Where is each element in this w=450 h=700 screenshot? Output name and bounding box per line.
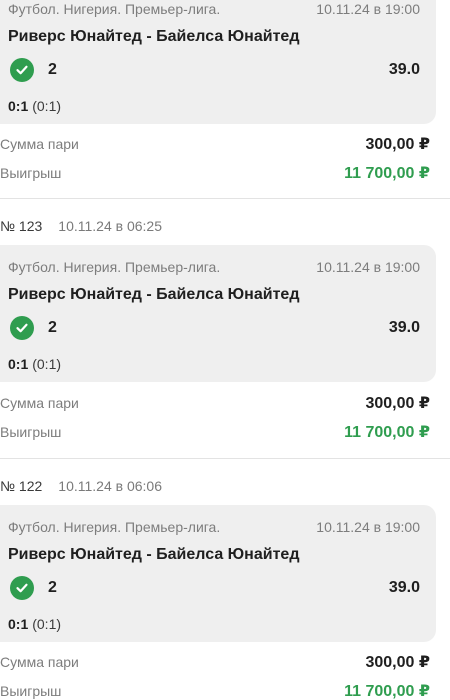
match-score: 0:1 (0:1) — [8, 356, 61, 372]
half-time-score: (0:1) — [32, 356, 62, 372]
bet-header: № 122 10.11.24 в 06:06 — [0, 475, 162, 497]
win-label: Выигрыш — [0, 683, 62, 699]
check-circle-icon — [10, 58, 34, 82]
pick-outcome: 2 — [48, 61, 57, 78]
final-score: 0:1 — [8, 98, 29, 114]
bet-card[interactable]: Футбол. Нигерия. Премьер-лига. 10.11.24 … — [0, 0, 436, 124]
odds-value: 39.0 — [388, 61, 420, 78]
event-meta: Футбол. Нигерия. Премьер-лига. 10.11.24 … — [8, 1, 420, 17]
stake-label: Сумма пари — [0, 136, 79, 152]
pick-outcome: 2 — [48, 319, 57, 336]
stake-amount: 300,00 ₽ — [365, 136, 430, 153]
divider — [0, 458, 450, 459]
stake-label: Сумма пари — [0, 395, 79, 411]
event-meta: Футбол. Нигерия. Премьер-лига. 10.11.24 … — [8, 259, 420, 275]
win-row: Выигрыш 11 700,00 ₽ — [0, 162, 430, 184]
match-score: 0:1 (0:1) — [8, 98, 61, 114]
stake-label: Сумма пари — [0, 654, 79, 670]
pick-row: 2 39.0 — [10, 315, 420, 341]
stake-amount: 300,00 ₽ — [365, 395, 430, 412]
bet-history-screen: Футбол. Нигерия. Премьер-лига. 10.11.24 … — [0, 0, 450, 700]
half-time-score: (0:1) — [32, 616, 62, 632]
league-label: Футбол. Нигерия. Премьер-лига. — [8, 259, 221, 275]
bet-header: № 123 10.11.24 в 06:25 — [0, 215, 162, 237]
final-score: 0:1 — [8, 616, 29, 632]
pick-row: 2 39.0 — [10, 57, 420, 83]
win-label: Выигрыш — [0, 165, 62, 181]
odds-value: 39.0 — [388, 579, 420, 596]
event-time: 10.11.24 в 19:00 — [316, 519, 420, 535]
win-row: Выигрыш 11 700,00 ₽ — [0, 421, 430, 443]
stake-row: Сумма пари 300,00 ₽ — [0, 651, 430, 673]
event-meta: Футбол. Нигерия. Премьер-лига. 10.11.24 … — [8, 519, 420, 535]
pick-row: 2 39.0 — [10, 575, 420, 601]
odds-value: 39.0 — [388, 319, 420, 336]
match-teams: Риверс Юнайтед - Байелса Юнайтед — [8, 546, 300, 563]
check-circle-icon — [10, 576, 34, 600]
bet-number: № 122 — [0, 478, 43, 494]
bet-number: № 123 — [0, 218, 43, 234]
match-teams: Риверс Юнайтед - Байелса Юнайтед — [8, 286, 300, 303]
bet-card[interactable]: Футбол. Нигерия. Премьер-лига. 10.11.24 … — [0, 505, 436, 642]
match-teams: Риверс Юнайтед - Байелса Юнайтед — [8, 28, 300, 45]
bet-card[interactable]: Футбол. Нигерия. Премьер-лига. 10.11.24 … — [0, 245, 436, 382]
final-score: 0:1 — [8, 356, 29, 372]
win-amount: 11 700,00 ₽ — [344, 683, 430, 700]
stake-amount: 300,00 ₽ — [365, 654, 430, 671]
win-amount: 11 700,00 ₽ — [344, 165, 430, 182]
event-time: 10.11.24 в 19:00 — [316, 1, 420, 17]
league-label: Футбол. Нигерия. Премьер-лига. — [8, 519, 221, 535]
stake-row: Сумма пари 300,00 ₽ — [0, 133, 430, 155]
win-amount: 11 700,00 ₽ — [344, 424, 430, 441]
event-time: 10.11.24 в 19:00 — [316, 259, 420, 275]
divider — [0, 198, 450, 199]
win-row: Выигрыш 11 700,00 ₽ — [0, 680, 430, 700]
bet-placed-time: 10.11.24 в 06:06 — [58, 478, 162, 494]
stake-row: Сумма пари 300,00 ₽ — [0, 392, 430, 414]
match-score: 0:1 (0:1) — [8, 616, 61, 632]
league-label: Футбол. Нигерия. Премьер-лига. — [8, 1, 221, 17]
half-time-score: (0:1) — [32, 98, 62, 114]
pick-outcome: 2 — [48, 579, 57, 596]
win-label: Выигрыш — [0, 424, 62, 440]
check-circle-icon — [10, 316, 34, 340]
bet-placed-time: 10.11.24 в 06:25 — [58, 218, 162, 234]
